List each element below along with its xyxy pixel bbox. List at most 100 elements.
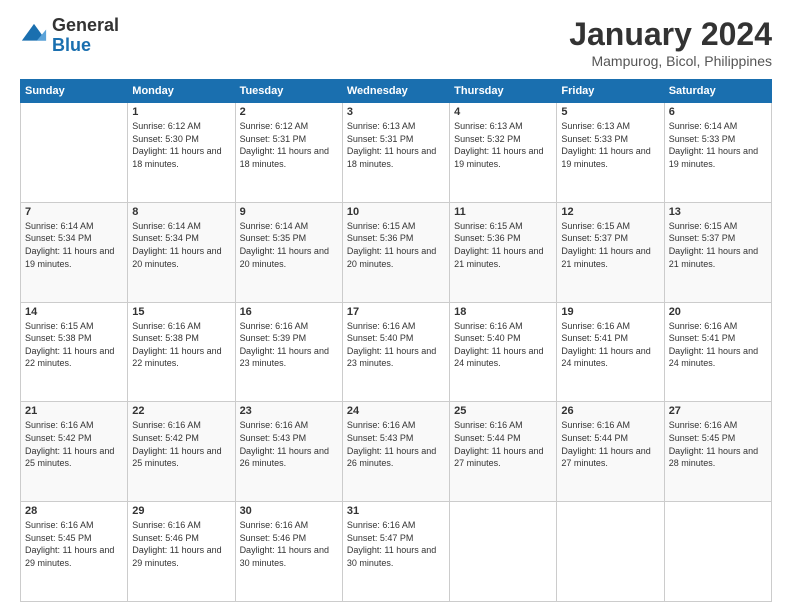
subtitle: Mampurog, Bicol, Philippines — [569, 53, 772, 69]
calendar-cell: 15 Sunrise: 6:16 AMSunset: 5:38 PMDayligh… — [128, 302, 235, 402]
calendar-cell — [557, 502, 664, 602]
calendar-cell: 2Sunrise: 6:12 AMSunset: 5:31 PMDaylight… — [235, 103, 342, 203]
day-number: 7 — [25, 206, 123, 218]
title-block: January 2024 Mampurog, Bicol, Philippine… — [569, 16, 772, 69]
logo-icon — [20, 22, 48, 50]
logo-line1: General — [52, 16, 119, 36]
day-info: Sunrise: 6:15 AMSunset: 5:36 PMDaylight:… — [454, 220, 552, 270]
calendar-cell: 17 Sunrise: 6:16 AMSunset: 5:40 PMDayligh… — [342, 302, 449, 402]
day-info: Sunrise: 6:16 AMSunset: 5:45 PMDaylight:… — [25, 519, 123, 569]
calendar-cell: 18 Sunrise: 6:16 AMSunset: 5:40 PMDayligh… — [450, 302, 557, 402]
day-number: 6 — [669, 106, 767, 118]
day-info: Sunrise: 6:14 AMSunset: 5:34 PMDaylight:… — [132, 220, 230, 270]
day-number: 1 — [132, 106, 230, 118]
calendar-week-row: 1Sunrise: 6:12 AMSunset: 5:30 PMDaylight… — [21, 103, 772, 203]
day-info: Sunrise: 6:16 AMSunset: 5:46 PMDaylight:… — [240, 519, 338, 569]
calendar-cell — [664, 502, 771, 602]
calendar-cell: 1Sunrise: 6:12 AMSunset: 5:30 PMDaylight… — [128, 103, 235, 203]
day-number: 26 — [561, 405, 659, 417]
weekday-header: Tuesday — [235, 80, 342, 103]
calendar-cell: 26 Sunrise: 6:16 AMSunset: 5:44 PMDayligh… — [557, 402, 664, 502]
calendar-week-row: 7 Sunrise: 6:14 AMSunset: 5:34 PMDaylight… — [21, 202, 772, 302]
calendar-cell: 9 Sunrise: 6:14 AMSunset: 5:35 PMDaylight… — [235, 202, 342, 302]
day-number: 13 — [669, 206, 767, 218]
calendar-cell: 11 Sunrise: 6:15 AMSunset: 5:36 PMDayligh… — [450, 202, 557, 302]
calendar-cell: 16 Sunrise: 6:16 AMSunset: 5:39 PMDayligh… — [235, 302, 342, 402]
calendar-header-row: SundayMondayTuesdayWednesdayThursdayFrid… — [21, 80, 772, 103]
calendar-cell: 12 Sunrise: 6:15 AMSunset: 5:37 PMDayligh… — [557, 202, 664, 302]
day-number: 31 — [347, 505, 445, 517]
day-number: 14 — [25, 306, 123, 318]
day-number: 23 — [240, 405, 338, 417]
calendar-cell: 27Sunrise: 6:16 AMSunset: 5:45 PMDayligh… — [664, 402, 771, 502]
day-info: Sunrise: 6:16 AMSunset: 5:38 PMDaylight:… — [132, 320, 230, 370]
day-info: Sunrise: 6:16 AMSunset: 5:40 PMDaylight:… — [454, 320, 552, 370]
calendar-cell: 13Sunrise: 6:15 AMSunset: 5:37 PMDayligh… — [664, 202, 771, 302]
calendar-cell — [21, 103, 128, 203]
calendar-cell: 30 Sunrise: 6:16 AMSunset: 5:46 PMDayligh… — [235, 502, 342, 602]
day-info: Sunrise: 6:16 AMSunset: 5:40 PMDaylight:… — [347, 320, 445, 370]
day-number: 5 — [561, 106, 659, 118]
calendar-cell: 4 Sunrise: 6:13 AMSunset: 5:32 PMDaylight… — [450, 103, 557, 203]
header: General Blue January 2024 Mampurog, Bico… — [20, 16, 772, 69]
day-number: 21 — [25, 405, 123, 417]
calendar-cell: 19Sunrise: 6:16 AMSunset: 5:41 PMDayligh… — [557, 302, 664, 402]
calendar-cell: 25Sunrise: 6:16 AMSunset: 5:44 PMDayligh… — [450, 402, 557, 502]
day-info: Sunrise: 6:16 AMSunset: 5:45 PMDaylight:… — [669, 419, 767, 469]
calendar-cell: 7 Sunrise: 6:14 AMSunset: 5:34 PMDaylight… — [21, 202, 128, 302]
calendar-cell: 23Sunrise: 6:16 AMSunset: 5:43 PMDayligh… — [235, 402, 342, 502]
weekday-header: Friday — [557, 80, 664, 103]
day-number: 17 — [347, 306, 445, 318]
day-info: Sunrise: 6:15 AMSunset: 5:36 PMDaylight:… — [347, 220, 445, 270]
calendar-cell: 24 Sunrise: 6:16 AMSunset: 5:43 PMDayligh… — [342, 402, 449, 502]
day-info: Sunrise: 6:16 AMSunset: 5:39 PMDaylight:… — [240, 320, 338, 370]
day-number: 29 — [132, 505, 230, 517]
day-number: 4 — [454, 106, 552, 118]
day-number: 24 — [347, 405, 445, 417]
day-number: 9 — [240, 206, 338, 218]
day-info: Sunrise: 6:13 AMSunset: 5:31 PMDaylight:… — [347, 120, 445, 170]
day-info: Sunrise: 6:16 AMSunset: 5:47 PMDaylight:… — [347, 519, 445, 569]
calendar-cell: 31 Sunrise: 6:16 AMSunset: 5:47 PMDayligh… — [342, 502, 449, 602]
day-info: Sunrise: 6:14 AMSunset: 5:33 PMDaylight:… — [669, 120, 767, 170]
calendar-cell: 21 Sunrise: 6:16 AMSunset: 5:42 PMDayligh… — [21, 402, 128, 502]
day-number: 12 — [561, 206, 659, 218]
weekday-header: Sunday — [21, 80, 128, 103]
day-number: 11 — [454, 206, 552, 218]
day-info: Sunrise: 6:16 AMSunset: 5:42 PMDaylight:… — [25, 419, 123, 469]
day-number: 18 — [454, 306, 552, 318]
day-info: Sunrise: 6:16 AMSunset: 5:41 PMDaylight:… — [561, 320, 659, 370]
day-info: Sunrise: 6:16 AMSunset: 5:41 PMDaylight:… — [669, 320, 767, 370]
logo: General Blue — [20, 16, 119, 56]
day-number: 10 — [347, 206, 445, 218]
day-info: Sunrise: 6:15 AMSunset: 5:38 PMDaylight:… — [25, 320, 123, 370]
day-info: Sunrise: 6:16 AMSunset: 5:42 PMDaylight:… — [132, 419, 230, 469]
calendar-cell — [450, 502, 557, 602]
calendar-table: SundayMondayTuesdayWednesdayThursdayFrid… — [20, 79, 772, 602]
day-number: 15 — [132, 306, 230, 318]
calendar-cell: 5Sunrise: 6:13 AMSunset: 5:33 PMDaylight… — [557, 103, 664, 203]
day-number: 3 — [347, 106, 445, 118]
day-info: Sunrise: 6:13 AMSunset: 5:32 PMDaylight:… — [454, 120, 552, 170]
day-number: 16 — [240, 306, 338, 318]
calendar-cell: 10 Sunrise: 6:15 AMSunset: 5:36 PMDayligh… — [342, 202, 449, 302]
calendar-cell: 20Sunrise: 6:16 AMSunset: 5:41 PMDayligh… — [664, 302, 771, 402]
calendar-cell: 6 Sunrise: 6:14 AMSunset: 5:33 PMDaylight… — [664, 103, 771, 203]
main-title: January 2024 — [569, 16, 772, 53]
day-number: 22 — [132, 405, 230, 417]
day-number: 8 — [132, 206, 230, 218]
day-info: Sunrise: 6:14 AMSunset: 5:34 PMDaylight:… — [25, 220, 123, 270]
calendar-cell: 14 Sunrise: 6:15 AMSunset: 5:38 PMDayligh… — [21, 302, 128, 402]
day-info: Sunrise: 6:15 AMSunset: 5:37 PMDaylight:… — [561, 220, 659, 270]
day-info: Sunrise: 6:16 AMSunset: 5:46 PMDaylight:… — [132, 519, 230, 569]
weekday-header: Wednesday — [342, 80, 449, 103]
calendar-cell: 8 Sunrise: 6:14 AMSunset: 5:34 PMDaylight… — [128, 202, 235, 302]
weekday-header: Saturday — [664, 80, 771, 103]
day-number: 25 — [454, 405, 552, 417]
day-info: Sunrise: 6:16 AMSunset: 5:44 PMDaylight:… — [561, 419, 659, 469]
day-info: Sunrise: 6:14 AMSunset: 5:35 PMDaylight:… — [240, 220, 338, 270]
day-number: 30 — [240, 505, 338, 517]
calendar-cell: 28Sunrise: 6:16 AMSunset: 5:45 PMDayligh… — [21, 502, 128, 602]
day-info: Sunrise: 6:12 AMSunset: 5:31 PMDaylight:… — [240, 120, 338, 170]
day-info: Sunrise: 6:16 AMSunset: 5:43 PMDaylight:… — [347, 419, 445, 469]
